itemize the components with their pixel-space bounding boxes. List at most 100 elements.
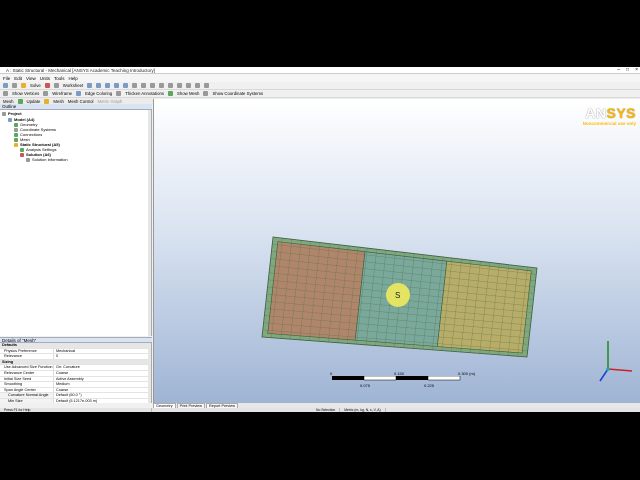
edge-coloring-button[interactable]: Edge Coloring bbox=[85, 91, 112, 96]
vertices-icon[interactable] bbox=[3, 91, 8, 96]
details-value[interactable]: Default (60.0 °) bbox=[54, 393, 151, 398]
axis-triad bbox=[599, 341, 633, 382]
details-key: Smoothing bbox=[0, 382, 54, 387]
details-key: Relevance Center bbox=[0, 370, 54, 376]
standard-toolbar: Solve Worksheet bbox=[0, 82, 640, 90]
details-key: Curvature Normal Angle bbox=[0, 393, 54, 398]
details-value[interactable]: On: Curvature bbox=[54, 365, 151, 370]
geometry-icon bbox=[14, 122, 18, 127]
body-icon[interactable] bbox=[123, 83, 129, 88]
zoom-fit-icon[interactable] bbox=[168, 83, 174, 88]
show-mesh-icon[interactable] bbox=[168, 91, 173, 96]
graphics-options-toolbar: Show Vertices Wireframe Edge Coloring Th… bbox=[0, 90, 640, 98]
menu-bar: File Edit View Units Tools Help bbox=[0, 74, 640, 82]
status-selection: No Selection bbox=[312, 408, 341, 412]
tree-node-project[interactable]: Project bbox=[2, 111, 22, 116]
show-coordinate-systems-button[interactable]: Show Coordinate Systems bbox=[212, 91, 263, 96]
wireframe-icon[interactable] bbox=[43, 91, 49, 96]
worksheet-icon[interactable] bbox=[53, 83, 59, 88]
details-value[interactable]: Default (5.1217e-003 m) bbox=[54, 399, 151, 403]
worksheet-button[interactable]: Worksheet bbox=[63, 83, 83, 88]
iso-view-icon[interactable] bbox=[204, 83, 210, 88]
tree-node-solution-information[interactable]: Solution Information bbox=[26, 157, 68, 162]
details-key: Use Advanced Size Function bbox=[0, 365, 54, 370]
logo-text-an: AN bbox=[585, 105, 607, 121]
connections-icon bbox=[14, 132, 18, 137]
close-button[interactable]: × bbox=[635, 67, 638, 73]
menu-help[interactable]: Help bbox=[69, 76, 78, 81]
details-value[interactable]: Coarse bbox=[54, 371, 151, 376]
details-value[interactable]: 0 bbox=[54, 354, 151, 359]
ansys-logo: ANSYS Noncommercial use only bbox=[556, 105, 636, 126]
details-value[interactable]: Coarse bbox=[54, 388, 151, 393]
details-key: Physics Preference bbox=[0, 348, 54, 354]
face-icon[interactable] bbox=[114, 83, 120, 88]
logo-tagline: Noncommercial use only bbox=[582, 121, 636, 126]
edge-icon[interactable] bbox=[105, 83, 111, 88]
solve-icon[interactable] bbox=[21, 83, 26, 88]
vertex-icon[interactable] bbox=[96, 83, 102, 88]
project-icon bbox=[2, 111, 6, 116]
ansys-mechanical-window: A : Static Structural - Mechanical [ANSY… bbox=[0, 67, 640, 412]
details-value[interactable]: Medium bbox=[54, 382, 151, 387]
details-key: Span Angle Center bbox=[0, 387, 54, 393]
scale-bar-graphic bbox=[332, 376, 461, 381]
zoom-box-icon[interactable] bbox=[159, 83, 165, 88]
coordinate-systems-icon[interactable] bbox=[203, 91, 209, 96]
update-icon[interactable] bbox=[17, 98, 23, 104]
new-icon[interactable] bbox=[3, 83, 8, 88]
solve-button[interactable]: Solve bbox=[30, 83, 41, 88]
details-key: Min Size bbox=[0, 398, 54, 403]
rotate-icon[interactable] bbox=[132, 83, 138, 88]
details-scrollbar[interactable] bbox=[148, 343, 151, 403]
info-icon[interactable] bbox=[44, 83, 50, 88]
details-value[interactable]: Mechanical bbox=[54, 349, 151, 354]
update-button[interactable]: Update bbox=[27, 99, 41, 104]
previous-view-icon[interactable] bbox=[186, 83, 192, 88]
select-icon[interactable] bbox=[87, 83, 93, 88]
next-view-icon[interactable] bbox=[195, 83, 201, 88]
details-key: Initial Size Seed bbox=[0, 376, 54, 382]
outline-scrollbar[interactable] bbox=[148, 110, 151, 336]
analysis-settings-icon bbox=[20, 147, 24, 152]
details-value[interactable]: Active Assembly bbox=[54, 377, 151, 382]
solution-information-icon bbox=[26, 157, 30, 162]
scale-tick-075: 0.075 bbox=[360, 383, 371, 388]
menu-edit[interactable]: Edit bbox=[14, 76, 22, 81]
wireframe-button[interactable]: Wireframe bbox=[52, 91, 72, 96]
thicken-annotations-button[interactable]: Thicken Annotations bbox=[125, 91, 164, 96]
show-vertices-button[interactable]: Show Vertices bbox=[12, 91, 39, 96]
zoom-icon[interactable] bbox=[150, 83, 156, 88]
static-structural-icon bbox=[14, 142, 18, 147]
status-units: Metric (m, kg, N, s, V, A) bbox=[340, 408, 386, 412]
details-row[interactable]: Min Size Default (5.1217e-003 m) bbox=[0, 398, 151, 403]
mesh-tree-icon bbox=[14, 137, 18, 142]
mesh-icon[interactable] bbox=[44, 98, 50, 104]
details-key: Defaults bbox=[2, 343, 17, 347]
outline-tree: Project Model (A4) Geometry Coordinate S… bbox=[0, 110, 152, 336]
menu-view[interactable]: View bbox=[26, 76, 36, 81]
graphics-viewport[interactable]: S ANSYS Noncommercial use only 0 0.150 0… bbox=[153, 99, 640, 403]
magnifier-icon[interactable] bbox=[177, 83, 183, 88]
menu-file[interactable]: File bbox=[3, 76, 10, 81]
maximize-button[interactable]: □ bbox=[626, 67, 629, 73]
thicken-icon[interactable] bbox=[116, 91, 122, 96]
logo-text-sys: SYS bbox=[606, 105, 636, 121]
mesh-button[interactable]: Mesh bbox=[53, 99, 64, 104]
show-mesh-button[interactable]: Show Mesh bbox=[177, 91, 199, 96]
mesh-context-label: Mesh bbox=[3, 98, 14, 104]
mesh-control-button[interactable]: Mesh Control bbox=[68, 99, 94, 104]
model-icon bbox=[8, 117, 12, 122]
mesh-model-view[interactable]: S bbox=[154, 99, 640, 403]
coordinate-systems-tree-icon bbox=[14, 127, 18, 132]
pan-icon[interactable] bbox=[141, 83, 147, 88]
minimize-button[interactable]: – bbox=[617, 67, 620, 73]
details-key: Sizing bbox=[2, 359, 14, 364]
menu-tools[interactable]: Tools bbox=[54, 76, 65, 81]
metric-graph-button[interactable]: Metric Graph bbox=[97, 99, 122, 104]
save-icon[interactable] bbox=[12, 83, 17, 88]
menu-units[interactable]: Units bbox=[40, 76, 50, 81]
edge-coloring-icon[interactable] bbox=[76, 91, 82, 96]
window-title: A : Static Structural - Mechanical [ANSY… bbox=[6, 67, 155, 73]
cursor-label: S bbox=[395, 291, 400, 300]
